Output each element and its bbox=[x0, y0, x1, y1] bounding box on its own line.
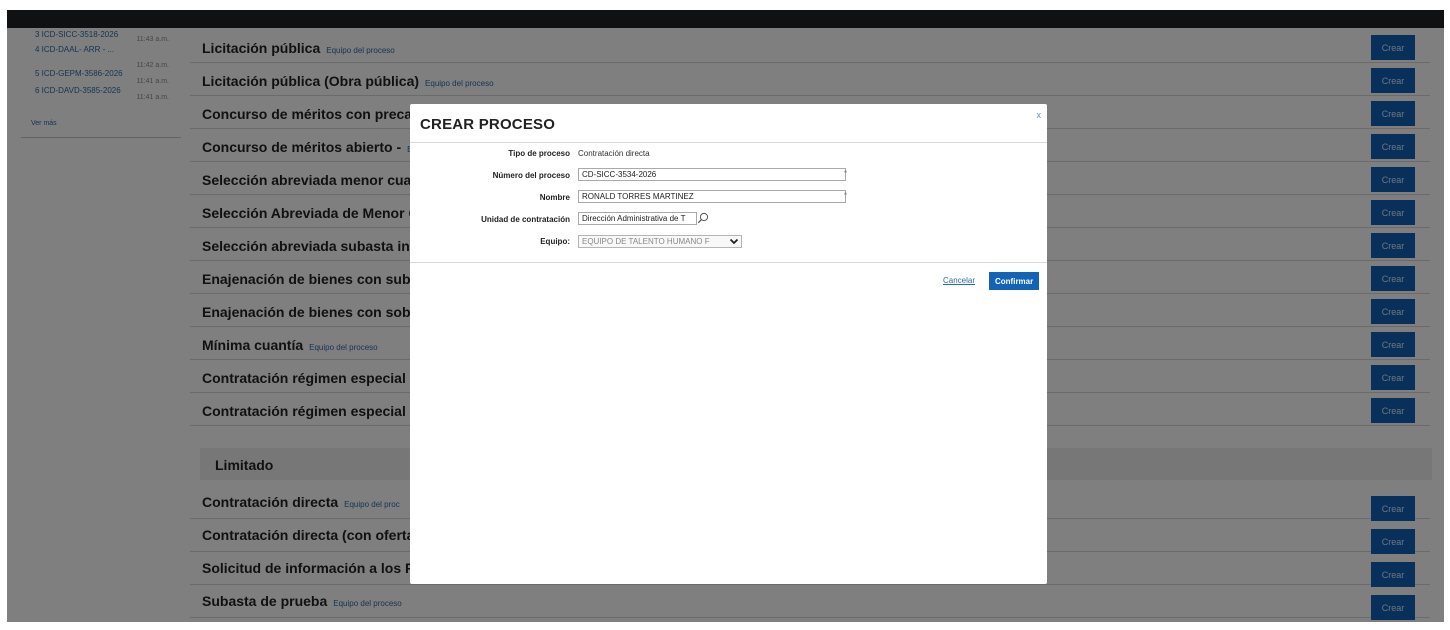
name-label: Nombre bbox=[539, 193, 570, 202]
create-process-dialog: CREAR PROCESO x Tipo de proceso Contrata… bbox=[410, 104, 1047, 584]
required-marker: * bbox=[844, 169, 848, 178]
confirm-button[interactable]: Confirmar bbox=[989, 272, 1039, 290]
team-label: Equipo: bbox=[540, 237, 570, 246]
divider bbox=[410, 262, 1047, 263]
contracting-unit-input[interactable] bbox=[578, 212, 697, 225]
process-number-label: Número del proceso bbox=[492, 171, 570, 180]
close-icon[interactable]: x bbox=[1037, 110, 1042, 120]
divider bbox=[410, 142, 1047, 143]
contracting-unit-label: Unidad de contratación bbox=[481, 215, 570, 224]
team-select[interactable]: EQUIPO DE TALENTO HUMANO F bbox=[578, 235, 742, 248]
search-icon[interactable] bbox=[697, 212, 709, 224]
name-input[interactable] bbox=[578, 190, 846, 203]
chevron-down-icon bbox=[729, 238, 739, 245]
cancel-link[interactable]: Cancelar bbox=[943, 276, 975, 285]
dialog-title: CREAR PROCESO bbox=[420, 116, 556, 133]
process-type-label: Tipo de proceso bbox=[508, 149, 570, 158]
team-selected-value: EQUIPO DE TALENTO HUMANO F bbox=[582, 237, 710, 246]
required-marker: * bbox=[844, 191, 848, 200]
process-number-input[interactable] bbox=[578, 168, 846, 181]
process-type-value: Contratación directa bbox=[578, 149, 650, 158]
